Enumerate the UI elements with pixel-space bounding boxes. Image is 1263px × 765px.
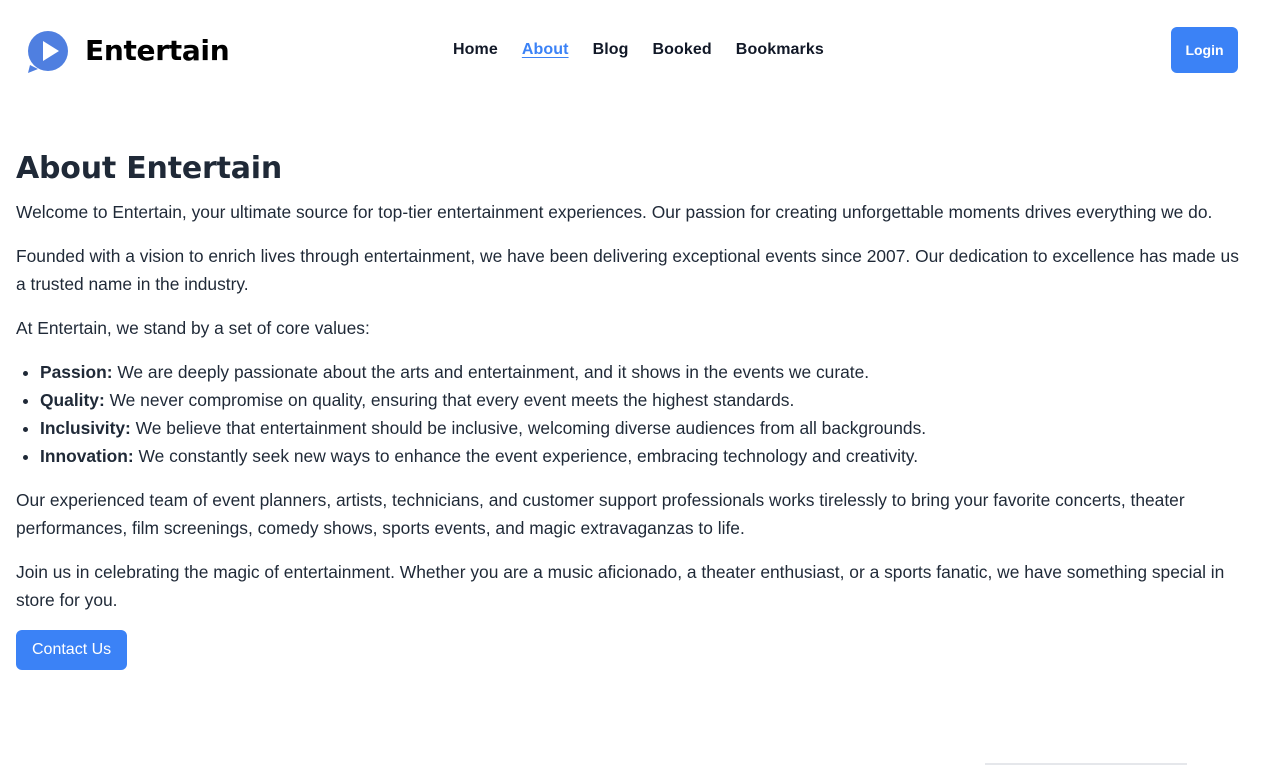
value-text: We never compromise on quality, ensuring… <box>104 390 795 410</box>
values-intro-paragraph: At Entertain, we stand by a set of core … <box>16 318 370 338</box>
contact-us-button[interactable]: Contact Us <box>16 630 128 670</box>
list-item: Innovation: We constantly seek new ways … <box>40 442 1246 470</box>
brand-name: Entertain <box>85 34 230 67</box>
value-name: Quality: <box>40 390 105 410</box>
site-header: Entertain Home About Blog Booked Bookmar… <box>0 0 1263 100</box>
value-name: Innovation: <box>40 446 134 466</box>
value-text: We are deeply passionate about the arts … <box>112 362 870 382</box>
brand-logo-link[interactable]: Entertain <box>26 29 230 73</box>
value-text: We believe that entertainment should be … <box>130 418 927 438</box>
nav-item-blog[interactable]: Blog <box>593 40 629 60</box>
team-paragraph: Our experienced team of event planners, … <box>16 490 1185 538</box>
play-chat-bubble-icon <box>28 31 68 73</box>
value-text: We constantly seek new ways to enhance t… <box>133 446 919 466</box>
main-nav: Home About Blog Booked Bookmarks <box>453 40 824 60</box>
about-section: About Entertain Welcome to Entertain, yo… <box>16 150 1246 670</box>
value-name: Inclusivity: <box>40 418 131 438</box>
nav-item-home[interactable]: Home <box>453 40 498 60</box>
value-name: Passion: <box>40 362 113 382</box>
list-item: Quality: We never compromise on quality,… <box>40 386 1246 414</box>
login-button[interactable]: Login <box>1171 27 1238 73</box>
nav-item-about[interactable]: About <box>522 40 569 60</box>
page-title: About Entertain <box>16 151 283 186</box>
core-values-list: Passion: We are deeply passionate about … <box>40 358 1246 470</box>
history-paragraph: Founded with a vision to enrich lives th… <box>16 246 1239 294</box>
nav-item-bookmarks[interactable]: Bookmarks <box>736 40 824 60</box>
list-item: Passion: We are deeply passionate about … <box>40 358 1246 386</box>
list-item: Inclusivity: We believe that entertainme… <box>40 414 1246 442</box>
nav-item-booked[interactable]: Booked <box>653 40 712 60</box>
intro-paragraph: Welcome to Entertain, your ultimate sour… <box>16 202 1213 222</box>
join-paragraph: Join us in celebrating the magic of ente… <box>16 562 1225 610</box>
